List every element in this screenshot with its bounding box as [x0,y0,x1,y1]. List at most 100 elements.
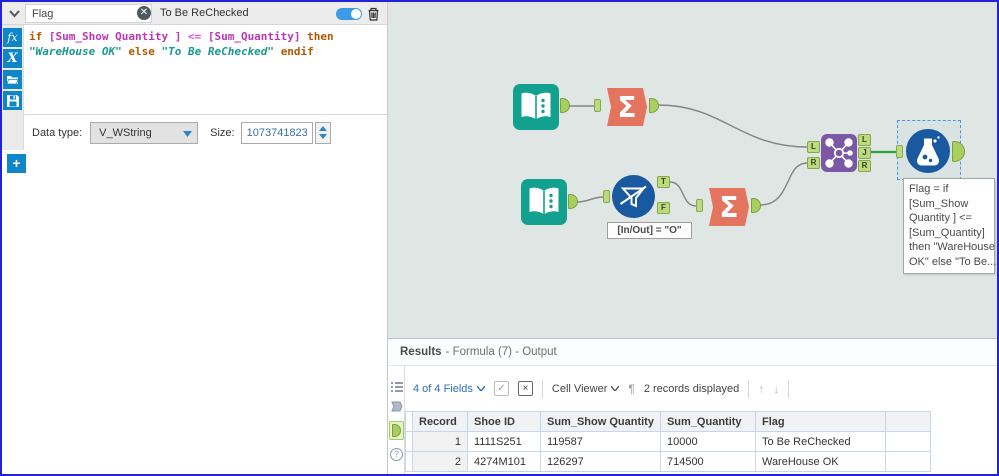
table-cell-empty [884,431,931,452]
table-cell[interactable]: 119587 [540,431,661,452]
chevron-down-icon [611,386,620,391]
table-row: 1 1111S251 119587 10000 To Be ReChecked [405,431,931,452]
metadata-view-icon[interactable] [390,400,403,413]
row-gutter [405,411,413,432]
summarize-tool-1[interactable]: Σ [602,84,648,130]
summarize-icon: Σ [709,188,749,226]
fields-dropdown[interactable]: 4 of 4 Fields [413,383,485,395]
workflow-canvas[interactable]: Σ T F [In/Out] = "O" Σ L R L J R Flag = … [388,2,997,338]
save-expression-button[interactable] [3,91,22,110]
table-cell[interactable]: 1111S251 [467,431,541,452]
field-preview-value: To Be ReChecked [160,7,249,19]
join-output-join-anchor[interactable]: J [858,147,871,159]
table-header-row: Record Shoe ID Sum_Show Quantity Sum_Quanti… [405,411,931,432]
input-data-icon [521,179,567,225]
size-input[interactable] [240,121,313,144]
filter-annotation[interactable]: [In/Out] = "O" [607,222,692,239]
column-header[interactable]: Sum_Show Quantity [540,411,661,432]
table-cell[interactable]: 2 [412,451,468,472]
formula-tooltip: Flag = if [Sum_Show Quantity ] <= [Sum_Quan… [903,178,996,274]
column-header[interactable]: Sum_Quantity [659,411,756,432]
trash-icon[interactable] [366,6,381,22]
functions-button[interactable]: fx [3,28,22,47]
table-cell[interactable]: 10000 [659,431,756,452]
list-view-icon[interactable] [390,380,403,393]
formula-icon [906,129,950,173]
column-header[interactable]: Record [412,411,468,432]
join-icon [821,134,857,172]
input-anchor[interactable] [594,99,601,112]
input-data-tool-2[interactable] [521,179,567,225]
summarize-tool-2[interactable]: Σ [704,184,750,230]
output-anchor-selector[interactable] [389,421,404,440]
select-all-checkbox-icon[interactable]: ✓ [493,381,509,396]
deselect-icon[interactable]: × [517,381,533,396]
input-data-tool-1[interactable] [513,84,559,130]
size-label: Size: [210,126,235,139]
formula-field-header: ✕ To Be ReChecked [2,2,387,25]
table-cell[interactable]: WareHouse OK [754,451,886,472]
add-expression-button[interactable]: + [7,154,26,173]
join-left-input-anchor[interactable]: L [807,141,820,153]
formula-editor: fx X if [Sum_Show Quantity ] <= [Sum_Qua… [2,25,387,150]
summarize-icon: Σ [607,88,647,126]
records-displayed-label: 2 records displayed [643,382,740,395]
chevron-down-icon [183,130,193,137]
formula-expression[interactable]: if [Sum_Show Quantity ] <= [Sum_Quantity… [24,25,387,114]
table-cell[interactable]: 1 [412,431,468,452]
join-right-input-anchor[interactable]: R [807,157,820,169]
help-icon[interactable]: ? [390,448,403,461]
open-expression-button[interactable] [3,70,22,89]
input-anchor[interactable] [696,199,703,212]
data-type-dropdown[interactable]: V_WString [90,121,199,144]
field-name-input[interactable] [25,4,152,23]
results-toolbar: 4 of 4 Fields ✓ × Cell Viewer ¶ 2 record… [405,366,997,411]
filter-tool[interactable] [612,175,655,218]
results-title-rest: - Formula (7) - Output [445,346,557,358]
input-anchor[interactable] [603,190,610,203]
column-header[interactable]: Flag [754,411,886,432]
input-anchor[interactable] [896,145,903,158]
input-data-icon [513,84,559,130]
editor-toolbar: fx X [2,25,24,150]
folder-open-icon [6,76,19,85]
join-tool[interactable] [821,134,857,172]
table-cell[interactable]: 4274M101 [467,451,541,472]
toggle-knob [351,9,361,19]
size-stepper[interactable] [314,121,331,144]
svg-text:Σ: Σ [617,91,636,124]
variables-button[interactable]: X [3,49,22,68]
chevron-down-icon[interactable] [8,7,21,20]
scroll-up-icon[interactable]: ↑ [758,382,764,396]
table-cell[interactable]: To Be ReChecked [754,431,886,452]
row-gutter [405,451,413,472]
join-output-right-anchor[interactable]: R [858,160,871,172]
false-anchor[interactable]: F [657,202,670,214]
table-row: 2 4274M101 126297 714500 WareHouse OK [405,451,931,472]
save-icon [6,94,19,107]
cell-viewer-dropdown[interactable]: Cell Viewer [552,383,620,395]
clear-field-icon[interactable]: ✕ [137,6,151,20]
output-anchor-icon [392,424,401,437]
formula-config-panel: ✕ To Be ReChecked fx X if [Sum_Show Quan… [2,2,388,474]
alteryx-designer-window: ✕ To Be ReChecked fx X if [Sum_Show Quan… [0,0,999,476]
table-cell[interactable]: 714500 [659,451,756,472]
filter-icon [612,175,655,218]
results-title: Results - Formula (7) - Output [388,339,997,366]
spinner-up-icon [318,126,327,131]
svg-text:Σ: Σ [719,191,738,224]
column-header[interactable]: Shoe ID [467,411,541,432]
table-cell[interactable]: 126297 [540,451,661,472]
scroll-down-icon[interactable]: ↓ [773,382,779,396]
results-title-bold: Results [400,346,442,358]
true-anchor[interactable]: T [657,176,670,188]
field-active-toggle[interactable] [336,8,362,20]
results-table: Record Shoe ID Sum_Show Quantity Sum_Quanti… [405,411,931,472]
data-type-label: Data type: [32,126,83,139]
whitespace-toggle-icon[interactable]: ¶ [628,382,634,396]
formula-tool[interactable] [906,129,950,173]
spinner-down-icon [318,134,327,139]
join-output-left-anchor[interactable]: L [858,134,871,146]
table-cell-empty [884,451,931,472]
results-side-strip: ? [388,366,405,474]
